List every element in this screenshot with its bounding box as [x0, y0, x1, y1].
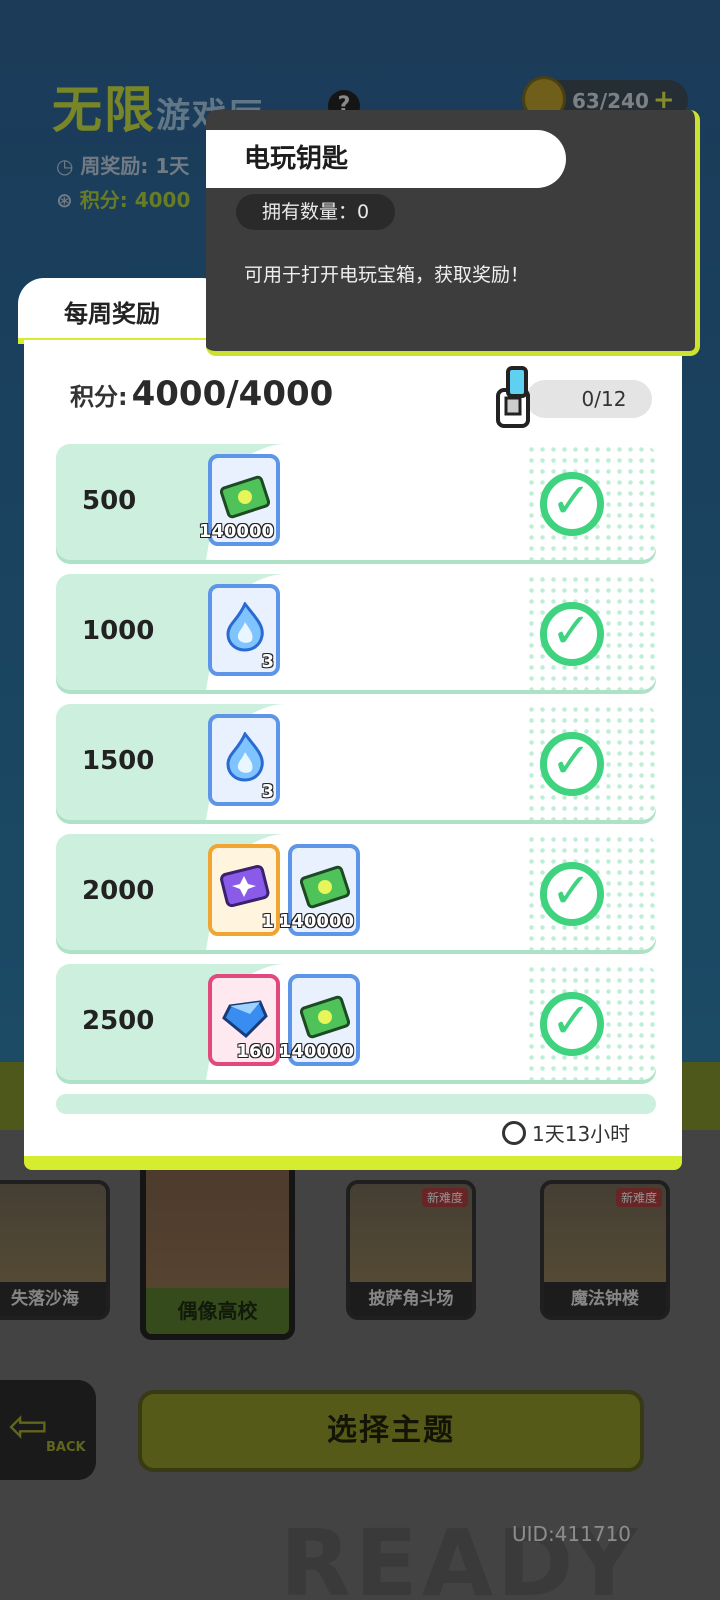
blue-flame-icon — [226, 602, 264, 652]
reward-item[interactable]: 1 — [208, 844, 280, 936]
cash-ticket-icon — [300, 865, 350, 909]
claimed-check-icon: ✓ — [540, 472, 604, 536]
reward-item[interactable]: 3 — [208, 714, 280, 806]
reward-item[interactable]: 3 — [208, 584, 280, 676]
item-amount: 140000 — [198, 521, 274, 542]
tier-points: 1500 — [82, 746, 155, 776]
weekly-reward-tab: 每周奖励 — [18, 278, 228, 344]
item-amount: 3 — [261, 651, 274, 672]
reward-item[interactable]: 160 — [208, 974, 280, 1066]
reward-tier-partial[interactable] — [56, 1094, 656, 1114]
reward-item[interactable]: 140000 — [279, 844, 360, 936]
panel-score: 积分: 4000/4000 — [70, 374, 334, 414]
tier-points: 2500 — [82, 1006, 155, 1036]
reward-tier[interactable]: 2500 160 140000 ✓ — [56, 964, 656, 1080]
item-amount: 1 — [261, 911, 274, 932]
reward-tier[interactable]: 2000 1 140000 ✓ — [56, 834, 656, 950]
arcade-key-icon[interactable] — [494, 364, 540, 430]
cash-ticket-icon — [220, 475, 270, 519]
tier-points: 500 — [82, 486, 137, 516]
claimed-check-icon: ✓ — [540, 992, 604, 1056]
reward-item[interactable]: 140000 — [199, 454, 280, 546]
reward-tier[interactable]: 500 140000 ✓ — [56, 444, 656, 560]
claimed-check-icon: ✓ — [540, 602, 604, 666]
item-amount: 3 — [261, 781, 274, 802]
key-tooltip: 电玩钥匙 拥有数量：0 可用于打开电玩宝箱，获取奖励！ — [206, 110, 700, 356]
item-amount: 140000 — [278, 911, 354, 932]
reward-tier[interactable]: 1000 3 ✓ — [56, 574, 656, 690]
clock-icon — [502, 1121, 526, 1145]
diamond-icon — [222, 1000, 268, 1039]
owned-count: 拥有数量：0 — [236, 194, 396, 230]
reset-timer: 1天13小时 — [502, 1118, 630, 1147]
tier-points: 1000 — [82, 616, 155, 646]
claimed-check-icon: ✓ — [540, 862, 604, 926]
reward-tier[interactable]: 1500 3 ✓ — [56, 704, 656, 820]
cash-ticket-icon — [300, 995, 350, 1039]
panel-title: 每周奖励 — [64, 300, 160, 328]
purple-ticket-icon — [220, 864, 270, 908]
blue-flame-icon — [226, 732, 264, 782]
tooltip-title: 电玩钥匙 — [244, 144, 349, 174]
tier-points: 2000 — [82, 876, 155, 906]
weekly-reward-panel: 积分: 4000/4000 0/12 500 140000 ✓ 1000 3 ✓ … — [24, 340, 682, 1170]
score-value: 4000/4000 — [131, 374, 334, 414]
item-amount: 140000 — [278, 1041, 354, 1062]
tooltip-description: 可用于打开电玩宝箱，获取奖励！ — [244, 264, 530, 286]
item-amount: 160 — [236, 1041, 274, 1062]
key-progress: 0/12 — [526, 380, 652, 418]
claimed-check-icon: ✓ — [540, 732, 604, 796]
reward-item[interactable]: 140000 — [279, 974, 360, 1066]
